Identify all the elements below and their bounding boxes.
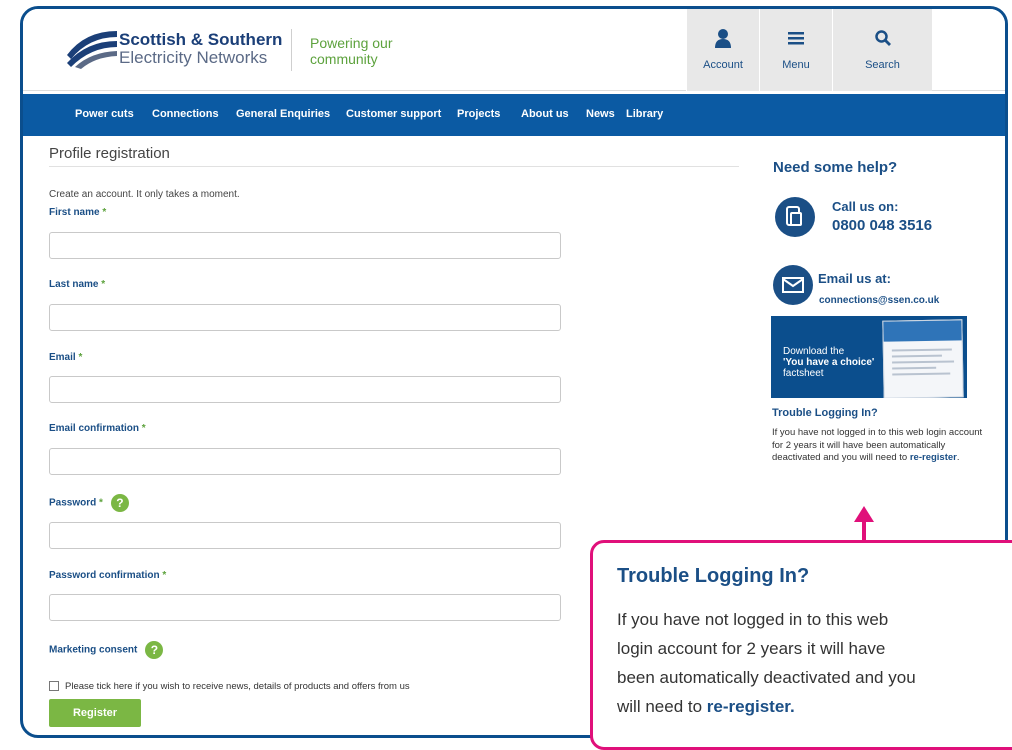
first-name-label: First name *	[49, 207, 106, 218]
required-marker: *	[162, 570, 167, 581]
callout-title: Trouble Logging In?	[617, 565, 810, 587]
trouble-logging-title: Trouble Logging In?	[772, 407, 878, 419]
email-title: Email us at:	[818, 271, 891, 286]
account-button[interactable]: Account	[686, 9, 759, 91]
password-label-text: Password	[49, 497, 97, 509]
email-confirmation-label: Email confirmation *	[49, 423, 146, 434]
brand-name[interactable]: Scottish & Southern Electricity Networks	[119, 31, 282, 67]
trouble-logging-text: If you have not logged in to this web lo…	[772, 427, 987, 465]
ssen-logo-icon[interactable]	[65, 25, 119, 69]
callout-line-3: been automatically deactivated and you	[617, 668, 916, 687]
callout-arrow-head	[854, 506, 874, 522]
email-address-link[interactable]: connections@ssen.co.uk	[819, 295, 939, 306]
search-icon	[874, 30, 891, 46]
password-input[interactable]	[49, 522, 561, 549]
nav-item-projects[interactable]: Projects	[457, 108, 500, 120]
register-button[interactable]: Register	[49, 699, 141, 727]
password-confirmation-label: Password confirmation *	[49, 570, 166, 581]
help-title: Need some help?	[773, 159, 898, 176]
re-register-link[interactable]: re-register	[910, 452, 957, 463]
required-marker: *	[78, 352, 83, 363]
email-label-text: Email	[49, 352, 76, 363]
trouble-logging-end: .	[956, 452, 960, 463]
user-icon	[715, 29, 731, 48]
brand-line-2: Electricity Networks	[119, 48, 268, 67]
marketing-consent-label: Marketing consent?	[49, 641, 164, 659]
email-input[interactable]	[49, 376, 561, 403]
callout-re-register-link[interactable]: re-register.	[707, 697, 795, 716]
factsheet-line-3: factsheet	[783, 368, 824, 379]
call-title: Call us on:	[832, 199, 899, 214]
phone-number[interactable]: 0800 048 3516	[832, 217, 932, 234]
nav-item-general-enquiries[interactable]: General Enquiries	[236, 108, 330, 120]
main-nav: Power cuts Connections General Enquiries…	[23, 94, 1005, 136]
password-confirmation-label-text: Password confirmation	[49, 570, 160, 581]
factsheet-line-1: Download the	[783, 346, 845, 357]
site-header: Scottish & Southern Electricity Networks…	[23, 9, 1005, 91]
hamburger-icon	[788, 32, 804, 45]
title-divider	[49, 166, 739, 167]
required-marker: *	[141, 423, 146, 434]
search-label: Search	[865, 59, 900, 71]
last-name-label: Last name *	[49, 279, 105, 290]
envelope-icon	[773, 265, 813, 305]
factsheet-thumbnail	[882, 319, 964, 398]
email-confirmation-input[interactable]	[49, 448, 561, 475]
nav-item-library[interactable]: Library	[626, 108, 663, 120]
password-help-icon[interactable]: ?	[110, 494, 129, 512]
marketing-consent-label-text: Marketing consent	[49, 644, 138, 656]
callout-line-4: will need to	[617, 697, 703, 716]
password-label: Password *?	[49, 494, 129, 512]
nav-item-about-us[interactable]: About us	[521, 108, 569, 120]
brand-divider	[291, 29, 292, 71]
nav-item-customer-support[interactable]: Customer support	[346, 108, 441, 120]
account-label: Account	[703, 59, 743, 71]
phone-icon	[775, 197, 815, 237]
zoom-callout: Trouble Logging In? If you have not logg…	[590, 540, 1012, 750]
marketing-help-icon[interactable]: ?	[145, 641, 164, 659]
page-title: Profile registration	[49, 145, 170, 162]
last-name-label-text: Last name	[49, 279, 99, 290]
menu-label: Menu	[782, 59, 810, 71]
last-name-input[interactable]	[49, 304, 561, 331]
intro-text: Create an account. It only takes a momen…	[49, 189, 240, 200]
nav-item-connections[interactable]: Connections	[152, 108, 219, 120]
tagline: Powering our community	[310, 35, 393, 67]
first-name-label-text: First name	[49, 207, 100, 218]
nav-item-power-cuts[interactable]: Power cuts	[75, 108, 134, 120]
consent-row: Please tick here if you wish to receive …	[49, 681, 410, 692]
first-name-input[interactable]	[49, 232, 561, 259]
search-button[interactable]: Search	[832, 9, 932, 91]
menu-button[interactable]: Menu	[759, 9, 832, 91]
callout-body: If you have not logged in to this web lo…	[617, 605, 1012, 721]
required-marker: *	[99, 497, 103, 509]
brand-line-1: Scottish & Southern	[119, 30, 283, 49]
tagline-line-1: Powering our	[310, 35, 393, 51]
consent-text: Please tick here if you wish to receive …	[65, 681, 410, 692]
factsheet-line-2: 'You have a choice'	[783, 357, 875, 368]
consent-checkbox[interactable]	[49, 681, 59, 692]
tagline-line-2: community	[310, 51, 378, 67]
password-confirmation-input[interactable]	[49, 594, 561, 621]
factsheet-banner[interactable]: Download the 'You have a choice' factshe…	[771, 316, 967, 398]
required-marker: *	[101, 279, 106, 290]
email-label: Email *	[49, 352, 82, 363]
email-confirmation-label-text: Email confirmation	[49, 423, 140, 434]
callout-line-1: If you have not logged in to this web	[617, 610, 889, 629]
callout-line-2: login account for 2 years it will have	[617, 639, 886, 658]
required-marker: *	[102, 207, 107, 218]
nav-item-news[interactable]: News	[586, 108, 615, 120]
factsheet-text: Download the 'You have a choice' factshe…	[783, 346, 874, 379]
